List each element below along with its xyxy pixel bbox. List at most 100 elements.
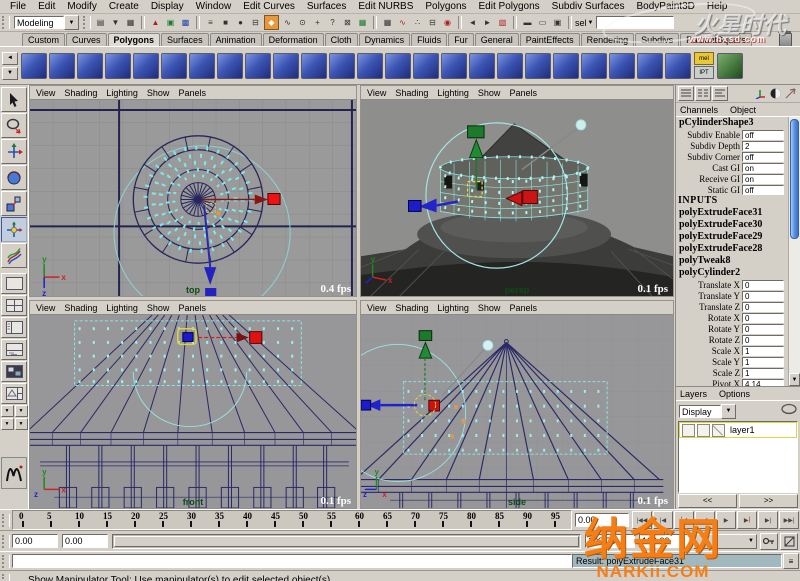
viewport-menu-lighting[interactable]: Lighting [437, 303, 469, 313]
collapse-left-button[interactable]: << [678, 494, 737, 508]
shelf-item-smooth[interactable] [189, 53, 215, 79]
channel-value-field[interactable]: 0 [742, 291, 784, 301]
viewport-menu-lighting[interactable]: Lighting [437, 88, 469, 98]
time-tick[interactable]: 65 [377, 511, 405, 529]
mel-script-button[interactable]: mel [694, 52, 714, 65]
channel-value-field[interactable]: off [742, 152, 784, 162]
layer-playback-checkbox[interactable] [697, 424, 710, 437]
channel-value-field[interactable]: 0 [742, 280, 784, 290]
time-grip-handle[interactable] [2, 514, 10, 527]
shelf-item-cut-faces[interactable] [385, 53, 411, 79]
shelf-prev-icon[interactable]: ◄ [2, 52, 18, 65]
viewport-menu-show[interactable]: Show [147, 88, 170, 98]
shelf-item-poly-cylinder[interactable] [77, 53, 103, 79]
shelf-tab-animation[interactable]: Animation [210, 33, 262, 46]
channel-label[interactable]: Rotate Z [676, 335, 740, 345]
save-scene-icon[interactable]: ▦ [124, 16, 137, 29]
viewport-menu-shading[interactable]: Shading [64, 303, 97, 313]
shelf-item-custom-script[interactable] [717, 53, 743, 79]
lock-selection-icon[interactable]: ⊠ [341, 16, 354, 29]
time-tick[interactable]: 25 [153, 511, 181, 529]
history-off-icon[interactable]: ▧ [496, 16, 509, 29]
menu-bodypaint3d[interactable]: BodyPaint3D [631, 1, 701, 12]
time-tick[interactable]: 10 [69, 511, 97, 529]
shelf-item-append-polygon[interactable] [217, 53, 243, 79]
input-node-name[interactable]: polyCylinder2 [676, 267, 788, 279]
new-layer-icon[interactable] [781, 403, 797, 419]
time-tick[interactable]: 30 [181, 511, 209, 529]
channel-value-field[interactable]: 1 [742, 346, 784, 356]
shelf-item-poke-face[interactable] [413, 53, 439, 79]
channel-label[interactable]: Subdiv Depth [676, 141, 740, 151]
channel-value-field[interactable]: 4.14 [742, 379, 784, 387]
channel-label[interactable]: Receive GI [676, 174, 740, 184]
menu-edit-curves[interactable]: Edit Curves [237, 1, 301, 12]
help-grip-handle[interactable] [2, 574, 10, 581]
viewport-menu-view[interactable]: View [367, 88, 386, 98]
menu-modify[interactable]: Modify [61, 1, 102, 12]
shelf-item-normals[interactable] [637, 53, 663, 79]
snap-to-view-planes-icon[interactable]: ⊟ [426, 16, 439, 29]
channel-value-field[interactable]: off [742, 130, 784, 140]
layer-display-type-checkbox[interactable] [712, 424, 725, 437]
input-node-name[interactable]: polyExtrudeFace30 [676, 219, 788, 231]
shelf-item-poly-cube[interactable] [49, 53, 75, 79]
step-back-frame-button[interactable]: |◀ [653, 511, 673, 529]
play-backwards-button[interactable]: ◀ [695, 511, 715, 529]
input-node-name[interactable]: polyExtrudeFace29 [676, 231, 788, 243]
channel-label[interactable]: Scale Z [676, 368, 740, 378]
shelf-item-extrude-face[interactable] [273, 53, 299, 79]
mask-handles-icon[interactable]: ≡ [204, 16, 217, 29]
select-by-component-icon[interactable]: ▩ [179, 16, 192, 29]
channel-label[interactable]: Pivot X [676, 379, 740, 387]
menu-surfaces[interactable]: Surfaces [301, 1, 352, 12]
viewport-menu-lighting[interactable]: Lighting [106, 303, 138, 313]
history-toggle-icon[interactable]: ► [481, 16, 494, 29]
shelf-tab-general[interactable]: General [475, 33, 519, 46]
shelf-item-combine[interactable] [497, 53, 523, 79]
snap-to-curves-icon[interactable]: ∿ [396, 16, 409, 29]
shelf-tab-dynamics[interactable]: Dynamics [359, 33, 411, 46]
layout-menu-icon[interactable]: ▼ [15, 418, 28, 430]
time-tick[interactable]: 55 [321, 511, 349, 529]
shelf-item-quadrangulate[interactable] [609, 53, 635, 79]
shelf-tab-painteffects[interactable]: PaintEffects [520, 33, 580, 46]
channel-value-field[interactable]: 0 [742, 313, 784, 323]
channel-value-field[interactable]: 0 [742, 335, 784, 345]
shelf-tab-custom[interactable]: Custom [22, 33, 65, 46]
channel-value-field[interactable]: 0 [742, 302, 784, 312]
status-grip-handle[interactable] [2, 16, 10, 29]
channel-label[interactable]: Cast GI [676, 163, 740, 173]
trash-icon[interactable] [779, 33, 792, 47]
menu-subdiv-surfaces[interactable]: Subdiv Surfaces [546, 1, 631, 12]
viewport-canvas-side[interactable]: y z x side 0.1 fps [361, 315, 673, 508]
shelf-item-merge-vertices[interactable] [329, 53, 355, 79]
menu-edit-nurbs[interactable]: Edit NURBS [352, 1, 419, 12]
shelf-item-triangulate[interactable] [581, 53, 607, 79]
viewport-menu-show[interactable]: Show [478, 303, 501, 313]
time-tick[interactable]: 5 [41, 511, 69, 529]
time-tick[interactable]: 40 [237, 511, 265, 529]
pointer-arrow-icon[interactable] [783, 87, 797, 100]
construction-history-icon[interactable]: ◄ [466, 16, 479, 29]
playback-end-field[interactable] [585, 534, 635, 548]
step-forward-frame-button[interactable]: ▶| [758, 511, 778, 529]
layers-options-menu[interactable]: Options [719, 389, 750, 399]
shelf-item-poly-torus[interactable] [161, 53, 187, 79]
shelf-item-poly-cone[interactable] [105, 53, 131, 79]
time-tick[interactable]: 20 [125, 511, 153, 529]
layer-visibility-checkbox[interactable] [682, 424, 695, 437]
channel-label[interactable]: Translate Z [676, 302, 740, 312]
channel-value-field[interactable]: 2 [742, 141, 784, 151]
input-node-name[interactable]: polyExtrudeFace28 [676, 243, 788, 255]
channel-label[interactable]: Translate Y [676, 291, 740, 301]
render-view-icon[interactable]: ▬ [521, 16, 534, 29]
scale-tool-button[interactable] [1, 191, 27, 216]
layer-name[interactable]: layer1 [730, 425, 755, 435]
shelf-item-boolean-union[interactable] [525, 53, 551, 79]
last-tool-button[interactable] [1, 243, 27, 268]
show-manipulator-tool-button[interactable] [1, 217, 27, 242]
animation-key-icon[interactable] [760, 533, 778, 550]
viewport-menu-view[interactable]: View [36, 88, 55, 98]
time-tick[interactable]: 50 [293, 511, 321, 529]
